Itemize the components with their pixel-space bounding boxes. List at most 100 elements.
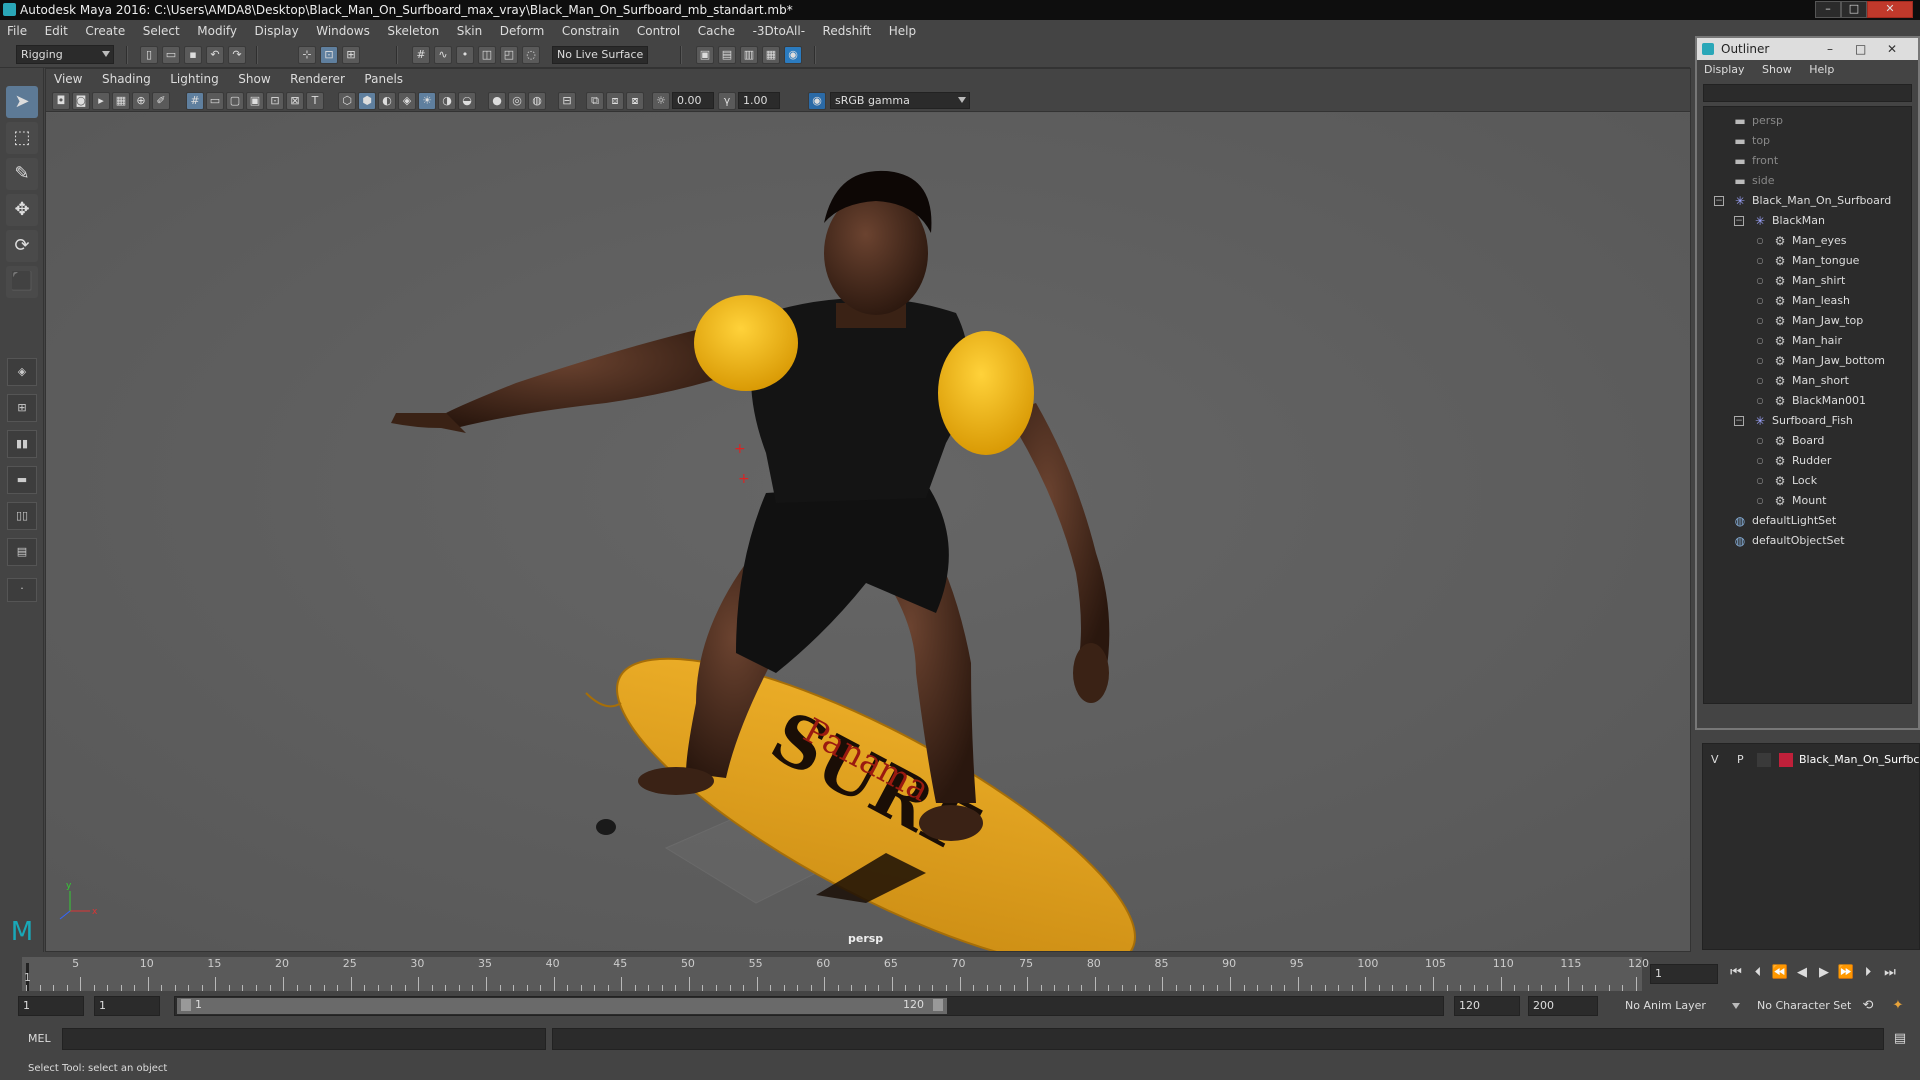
snap-projected-icon[interactable]: ◌ — [522, 46, 540, 64]
outliner-search-field[interactable] — [1703, 84, 1912, 102]
xray-joints-icon[interactable]: ⧈ — [606, 92, 624, 110]
twod-pan-zoom-icon[interactable]: ⊕ — [132, 92, 150, 110]
menu-redshift[interactable]: Redshift — [816, 20, 879, 42]
go-to-start-icon[interactable]: ⏮ — [1726, 963, 1746, 983]
playback-end-field[interactable]: 120 — [1454, 996, 1520, 1016]
safe-title-icon[interactable]: T — [306, 92, 324, 110]
hypershade-icon[interactable]: ◉ — [784, 46, 802, 64]
outliner-maximize-button[interactable]: □ — [1855, 38, 1866, 60]
persp-graph-layout-icon[interactable]: ▬ — [7, 466, 37, 494]
menu-modify[interactable]: Modify — [190, 20, 244, 42]
outliner-item[interactable]: ▬ top — [1704, 131, 1904, 151]
outliner-tree[interactable]: ▬ persp ▬ top ▬ front ▬ side − ✳ Black_Man_On_Surf… — [1703, 106, 1912, 704]
outliner-item[interactable]: ○ ⚙ Lock — [1704, 471, 1904, 491]
persp-trax-layout-icon[interactable]: ▤ — [7, 538, 37, 566]
outliner-item[interactable]: ○ ⚙ BlackMan001 — [1704, 391, 1904, 411]
range-slider-handle[interactable]: 1 120 — [177, 998, 947, 1014]
command-input[interactable] — [62, 1028, 546, 1050]
outliner-item[interactable]: ○ ⚙ Man_eyes — [1704, 231, 1904, 251]
panel-menu-show[interactable]: Show — [230, 69, 278, 90]
outliner-minimize-button[interactable]: – — [1827, 38, 1833, 60]
xray-active-icon[interactable]: ⧇ — [626, 92, 644, 110]
collapse-toggle-icon[interactable]: − — [1734, 216, 1744, 226]
step-back-key-icon[interactable]: ⏪ — [1770, 963, 1790, 983]
panel-menu-lighting[interactable]: Lighting — [162, 69, 227, 90]
field-chart-icon[interactable]: ⊡ — [266, 92, 284, 110]
outliner-item[interactable]: ▬ front — [1704, 151, 1904, 171]
wireframe-icon[interactable]: ⬡ — [338, 92, 356, 110]
menuset-dropdown[interactable]: Rigging — [16, 45, 114, 64]
menu-help[interactable]: Help — [882, 20, 923, 42]
isolate-select-icon[interactable]: ⊟ — [558, 92, 576, 110]
xray-icon[interactable]: ⧉ — [586, 92, 604, 110]
outliner-close-button[interactable]: ✕ — [1887, 38, 1897, 60]
grease-pencil-icon[interactable]: ✐ — [152, 92, 170, 110]
outliner-item[interactable]: ○ ⚙ Mount — [1704, 491, 1904, 511]
four-view-layout-icon[interactable]: ⊞ — [7, 394, 37, 422]
panel-menu-shading[interactable]: Shading — [94, 69, 159, 90]
textured-icon[interactable]: ◈ — [398, 92, 416, 110]
panel-menu-renderer[interactable]: Renderer — [282, 69, 353, 90]
outliner-item[interactable]: ▬ persp — [1704, 111, 1904, 131]
menu-create[interactable]: Create — [78, 20, 132, 42]
redo-icon[interactable]: ↷ — [228, 46, 246, 64]
range-end-grip[interactable] — [933, 999, 943, 1011]
step-forward-key-icon[interactable]: ⏩ — [1836, 963, 1856, 983]
screen-space-ao-icon[interactable]: ◒ — [458, 92, 476, 110]
move-tool-icon[interactable]: ✥ — [6, 194, 38, 226]
grid-icon[interactable]: # — [186, 92, 204, 110]
outliner-item[interactable]: ○ ⚙ Man_shirt — [1704, 271, 1904, 291]
exposure-field[interactable]: 0.00 — [672, 92, 714, 109]
exposure-icon[interactable]: ☼ — [652, 92, 670, 110]
collapse-toggle-icon[interactable]: − — [1734, 416, 1744, 426]
lasso-tool-icon[interactable]: ⬚ — [6, 122, 38, 154]
anim-layer-dropdown[interactable]: No Anim Layer — [1620, 996, 1744, 1016]
select-hierarchy-icon[interactable]: ⊹ — [298, 46, 316, 64]
panel-menu-panels[interactable]: Panels — [356, 69, 411, 90]
motion-blur-icon[interactable]: ● — [488, 92, 506, 110]
perspective-viewport[interactable]: SURF Panama + + y x persp — [46, 113, 1690, 951]
undo-icon[interactable]: ↶ — [206, 46, 224, 64]
snap-view-icon[interactable]: ◫ — [478, 46, 496, 64]
snap-curve-icon[interactable]: ∿ — [434, 46, 452, 64]
step-back-frame-icon[interactable]: ⏴ — [1748, 963, 1768, 983]
ipr-render-icon[interactable]: ▥ — [740, 46, 758, 64]
play-forwards-icon[interactable]: ▶ — [1814, 963, 1834, 983]
layer-name[interactable]: Black_Man_On_Surfbc — [1799, 750, 1919, 770]
layer-color-swatch[interactable] — [1779, 753, 1793, 767]
outliner-menu-display[interactable]: Display — [1697, 60, 1752, 80]
menu-cache[interactable]: Cache — [691, 20, 742, 42]
select-tool-icon[interactable]: ➤ — [6, 86, 38, 118]
more-layouts-icon[interactable]: · — [7, 578, 37, 602]
start-time-field[interactable]: 1 — [18, 996, 84, 1016]
gamma-field[interactable]: 1.00 — [738, 92, 780, 109]
gamma-icon[interactable]: γ — [718, 92, 736, 110]
collapse-toggle-icon[interactable]: − — [1714, 196, 1724, 206]
color-management-icon[interactable]: ◉ — [808, 92, 826, 110]
outliner-item[interactable]: ◍ defaultObjectSet — [1704, 531, 1904, 551]
playback-start-field[interactable]: 1 — [94, 996, 160, 1016]
menu-control[interactable]: Control — [630, 20, 687, 42]
range-start-grip[interactable] — [181, 999, 191, 1011]
new-scene-icon[interactable]: ▯ — [140, 46, 158, 64]
paint-select-tool-icon[interactable]: ✎ — [6, 158, 38, 190]
script-editor-icon[interactable]: ▤ — [1890, 1029, 1910, 1049]
film-gate-icon[interactable]: ▭ — [206, 92, 224, 110]
go-to-end-icon[interactable]: ⏭ — [1880, 963, 1900, 983]
outliner-item[interactable]: − ✳ BlackMan — [1704, 211, 1904, 231]
outliner-item[interactable]: ○ ⚙ Man_Jaw_bottom — [1704, 351, 1904, 371]
outliner-menu-help[interactable]: Help — [1802, 60, 1841, 80]
panel-menu-view[interactable]: View — [46, 69, 90, 90]
auto-key-icon[interactable]: ⟲ — [1858, 996, 1878, 1016]
layer-visibility-toggle[interactable]: V — [1711, 750, 1719, 770]
outliner-item[interactable]: ○ ⚙ Man_leash — [1704, 291, 1904, 311]
image-plane-icon[interactable]: ▦ — [112, 92, 130, 110]
layer-playback-toggle[interactable]: P — [1737, 750, 1744, 770]
use-all-lights-icon[interactable]: ☀ — [418, 92, 436, 110]
snap-grid-icon[interactable]: # — [412, 46, 430, 64]
outliner-item[interactable]: ○ ⚙ Man_Jaw_top — [1704, 311, 1904, 331]
outliner-item[interactable]: ○ ⚙ Man_hair — [1704, 331, 1904, 351]
snap-point-icon[interactable]: • — [456, 46, 474, 64]
wireframe-on-shaded-icon[interactable]: ◐ — [378, 92, 396, 110]
current-frame-field[interactable]: 1 — [1650, 964, 1718, 984]
